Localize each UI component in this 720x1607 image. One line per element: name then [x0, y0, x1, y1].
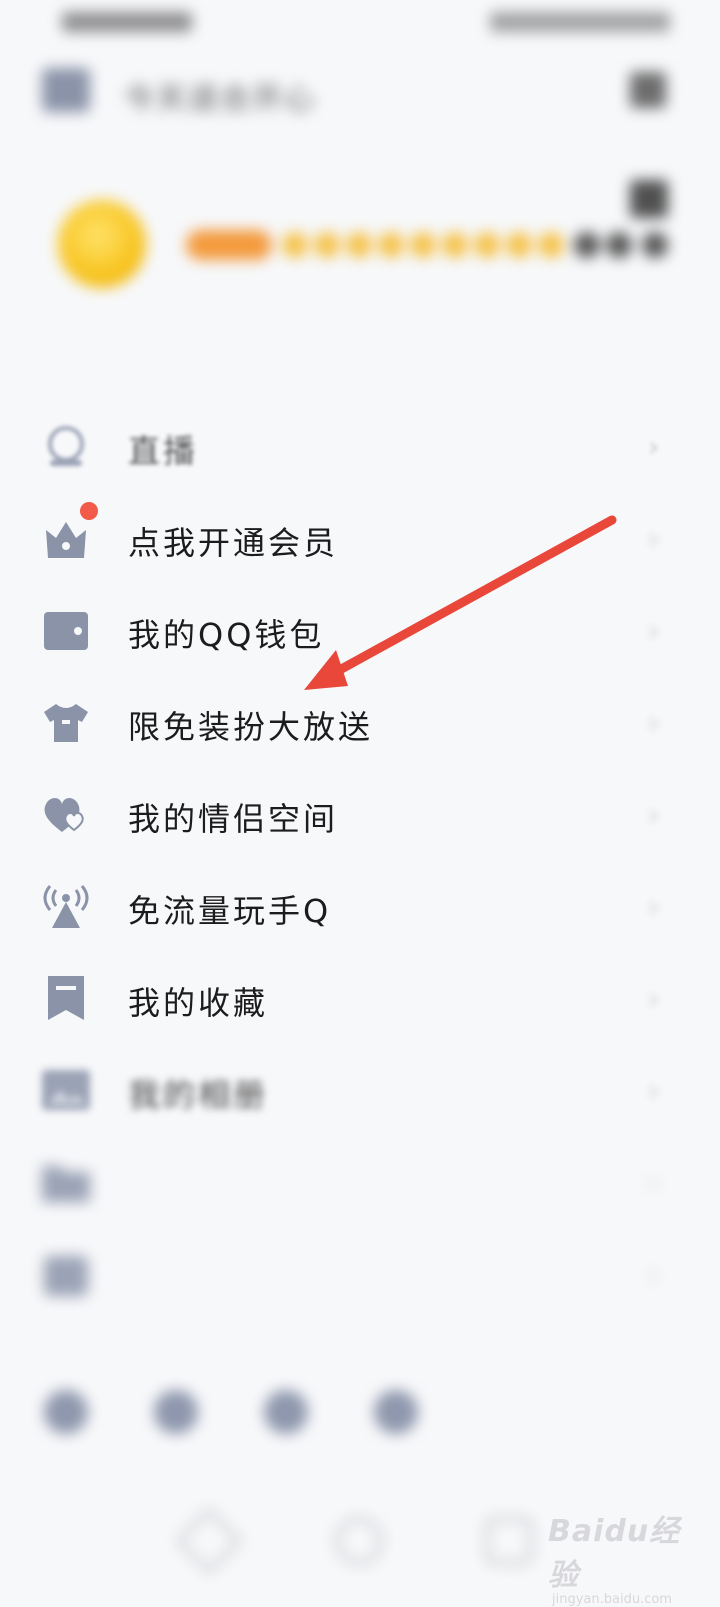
photo-icon [374, 1390, 418, 1434]
chevron-right-icon: › [648, 614, 660, 647]
menu-item-couple-space[interactable]: 我的情侣空间 › [0, 768, 720, 860]
chevron-right-icon: › [648, 982, 660, 1015]
status-bar [0, 0, 720, 48]
menu-item-free-data[interactable]: 免流量玩手Q › [0, 860, 720, 952]
chevron-right-icon: › [648, 798, 660, 831]
chevron-right-icon: › [648, 430, 660, 463]
level-icon [314, 232, 340, 258]
menu-item-label: 我的相册 [128, 1076, 269, 1114]
menu-item-label: 限免装扮大放送 [128, 708, 374, 746]
menu-item-label: 我的QQ钱包 [128, 616, 325, 654]
night-mode-icon [154, 1390, 198, 1434]
status-bar-left [62, 12, 192, 32]
weather-button[interactable] [246, 1390, 326, 1490]
folder-icon [42, 1166, 90, 1202]
level-icon [506, 232, 532, 258]
level-icon [574, 232, 600, 258]
menu-item-label: 我的情侣空间 [128, 800, 339, 838]
menu-item-label: 直播 [128, 432, 199, 470]
watermark-logo: Baidu经验 jingyan.baidu.com [548, 1506, 698, 1607]
close-icon[interactable] [630, 72, 666, 108]
menu-item-live[interactable]: 直播 › [0, 400, 720, 492]
menu-item-label: 点我开通会员 [128, 524, 339, 562]
chevron-right-icon: › [648, 706, 660, 739]
drawer-header: 今天适合开心 [0, 60, 720, 120]
level-icon [606, 232, 632, 258]
tshirt-icon [44, 704, 88, 742]
level-icon [642, 232, 668, 258]
watermark-brand: Baidu经验 [548, 1514, 681, 1593]
settings-button[interactable] [26, 1390, 106, 1490]
menu-item-wallet[interactable]: 我的QQ钱包 › [0, 584, 720, 676]
signal-tower-icon [43, 885, 89, 928]
settings-icon [44, 1390, 88, 1434]
chevron-right-icon: › [648, 1258, 660, 1291]
notification-dot [80, 502, 98, 520]
recents-icon[interactable] [486, 1518, 532, 1564]
vip-crown-icon [46, 522, 86, 558]
bookmark-icon [48, 976, 84, 1020]
avatar[interactable] [58, 200, 146, 288]
weather-text: 今天适合开心 [124, 82, 316, 117]
chevron-right-icon: › [648, 890, 660, 923]
chevron-right-icon: › [648, 1074, 660, 1107]
qr-code-icon[interactable] [42, 68, 90, 112]
profile-card-icon[interactable] [630, 180, 668, 218]
level-icon [410, 232, 436, 258]
level-icon [442, 232, 468, 258]
menu-item-theme-promo[interactable]: 限免装扮大放送 › [0, 676, 720, 768]
home-icon[interactable] [336, 1518, 382, 1564]
night-mode-button[interactable] [136, 1390, 216, 1490]
menu-item-calendar[interactable]: › [0, 1228, 720, 1320]
live-icon [48, 426, 84, 466]
weather-icon [264, 1390, 308, 1434]
status-bar-right [490, 12, 670, 32]
chevron-right-icon: › [648, 1166, 660, 1199]
menu-item-album[interactable]: 我的相册 › [0, 1044, 720, 1136]
menu-item-vip[interactable]: 点我开通会员 › [0, 492, 720, 584]
back-icon[interactable] [176, 1508, 242, 1574]
menu-item-favorites[interactable]: 我的收藏 › [0, 952, 720, 1044]
menu-item-label: 免流量玩手Q [128, 892, 332, 930]
wallet-icon [44, 612, 88, 650]
hearts-icon [44, 798, 84, 832]
profile-section[interactable] [0, 170, 720, 320]
chevron-right-icon: › [648, 522, 660, 555]
level-icon [346, 232, 372, 258]
level-icon [378, 232, 404, 258]
level-icon [282, 232, 308, 258]
photo-button[interactable] [356, 1390, 436, 1490]
svip-badge [186, 230, 272, 260]
level-icon [538, 232, 564, 258]
album-icon [42, 1070, 90, 1110]
level-icon [474, 232, 500, 258]
level-badges[interactable] [186, 228, 706, 262]
calendar-icon [44, 1256, 88, 1296]
menu-item-files[interactable]: › [0, 1136, 720, 1228]
menu-item-label: 我的收藏 [128, 984, 269, 1022]
drawer-bottom-bar [0, 1390, 720, 1490]
